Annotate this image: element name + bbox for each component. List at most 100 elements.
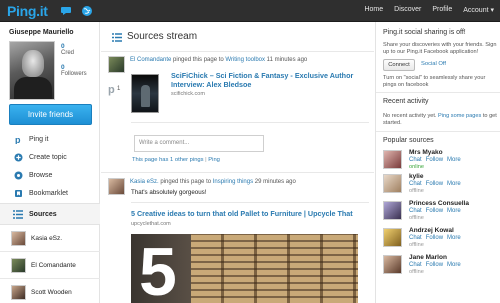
post-comment-text: That's absolutely gorgeous! [131,189,207,196]
post-image-number: 5 [139,234,177,303]
chat-link[interactable]: Chat [409,157,422,163]
sources-heading[interactable]: Sources [0,203,100,225]
nav-discover[interactable]: Discover [394,6,421,14]
status-online: online [409,164,424,170]
divider [376,92,500,93]
browse-icon [14,171,23,179]
chat-bubble-icon[interactable] [61,5,73,17]
menu-create-topic[interactable]: Create topic [0,148,100,166]
bookmark-icon [15,189,22,197]
source-avatar [11,257,26,273]
post-links: This page has 1 other pings | Ping [132,157,220,163]
sources-heading-label: Sources [29,210,57,218]
post-action: pinged this page to [173,57,224,63]
post-time: 29 minutes ago [254,179,296,185]
more-link[interactable]: More [447,235,461,241]
ping-some-pages-link[interactable]: Ping some pages [438,113,481,119]
post-author-link[interactable]: El Comandante [130,57,171,63]
chat-link[interactable]: Chat [409,181,422,187]
post-author-avatar[interactable] [108,56,125,73]
source-item[interactable]: Scott Wooden [0,279,100,303]
more-link[interactable]: More [447,208,461,214]
ping-count-icon[interactable]: p [108,84,115,96]
top-bar: Ping.it Home Discover Profile Account ▾ [0,0,500,22]
popular-source-actions: Chat Follow More [409,262,465,268]
ping-link[interactable]: Ping [208,157,220,163]
divider [376,131,500,132]
popular-source-avatar[interactable] [383,201,402,220]
more-link[interactable]: More [447,157,461,163]
sources-stream: Sources stream El Comandante pinged this… [101,22,374,303]
main-nav: Home Discover Profile Account ▾ [364,6,494,14]
recent-activity-text: No recent activity yet. Ping some pages … [383,113,498,127]
status-offline: offline [409,269,424,275]
post-author-link[interactable]: Kasia eSz. [130,179,159,185]
popular-source-avatar[interactable] [383,174,402,193]
nav-profile[interactable]: Profile [432,6,452,14]
divider [101,172,374,173]
chat-link[interactable]: Chat [409,235,422,241]
list-icon [13,209,23,219]
follow-link[interactable]: Follow [426,157,443,163]
nav-home[interactable]: Home [364,6,383,14]
social-off-link[interactable]: Social Off [421,61,446,67]
more-link[interactable]: More [447,262,461,268]
popular-source-avatar[interactable] [383,150,402,169]
post-thumbnail[interactable] [131,74,159,113]
comment-input[interactable]: Write a comment... [134,135,264,152]
ping-p-icon: p [15,135,21,144]
plus-circle-icon [14,153,23,161]
menu-bookmarklet[interactable]: Bookmarklet [0,184,100,202]
follow-link[interactable]: Follow [426,181,443,187]
popular-source-avatar[interactable] [383,228,402,247]
profile-name[interactable]: Giuseppe Mauriello [9,29,74,36]
connect-button[interactable]: Connect [383,59,415,71]
social-sharing-text: Share your discoveries with your friends… [383,42,497,55]
post-topic-link[interactable]: Inspiring things [213,179,253,185]
more-link[interactable]: More [447,181,461,187]
follow-link[interactable]: Follow [426,208,443,214]
followers-stat[interactable]: 0 Followers [61,64,87,77]
popular-source-name[interactable]: Andrzej Kowal [409,227,454,234]
divider [131,202,369,203]
other-pings-link[interactable]: This page has 1 other pings [132,157,204,163]
menu-label: Ping it [29,135,49,143]
popular-source-name[interactable]: kylie [409,173,423,180]
left-sidebar: Giuseppe Mauriello 0 Cred 0 Followers In… [0,22,100,303]
followers-count: 0 [61,64,65,71]
chat-link[interactable]: Chat [409,208,422,214]
popular-source-actions: Chat Follow More [409,157,465,163]
popular-source-item: Jane Marlon Chat Follow More offline [383,253,498,277]
right-sidebar: Ping.it social sharing is off! Share you… [375,22,500,303]
post-card-title[interactable]: 5 Creative ideas to turn that old Pallet… [131,209,371,218]
globe-icon[interactable] [81,5,93,17]
cred-stat[interactable]: 0 Cred [61,43,74,56]
invite-friends-button[interactable]: Invite friends [9,104,92,125]
popular-source-item: kylie Chat Follow More offline [383,172,498,196]
menu-ping-it[interactable]: p Ping it [0,130,100,148]
source-item[interactable]: Kasia eSz. [0,225,100,252]
list-icon [112,33,122,42]
chat-link[interactable]: Chat [409,262,422,268]
nav-account[interactable]: Account ▾ [463,6,494,14]
menu-browse[interactable]: Browse [0,166,100,184]
post-topic-link[interactable]: Writing toolbox [225,57,265,63]
follow-link[interactable]: Follow [426,262,443,268]
post-author-avatar[interactable] [108,178,125,195]
post-image[interactable]: 5 [131,234,358,303]
profile-avatar[interactable] [9,41,55,100]
popular-source-item: Mrs Myako Chat Follow More online [383,148,498,172]
source-avatar [11,284,26,300]
post-action: pinged this page to [160,179,212,185]
popular-source-name[interactable]: Mrs Myako [409,149,443,156]
post-card-title[interactable]: SciFiChick – Sci Fiction & Fantasy - Exc… [171,71,371,89]
post-card-url: upcyclethat.com [131,221,171,227]
source-avatar [11,230,26,246]
popular-source-avatar[interactable] [383,255,402,274]
popular-source-name[interactable]: Jane Marlon [409,254,447,261]
post-time: 11 minutes ago [266,57,308,63]
logo[interactable]: Ping.it [7,3,48,19]
source-item[interactable]: El Comandante [0,252,100,279]
popular-source-name[interactable]: Princess Consuella [409,200,469,207]
follow-link[interactable]: Follow [426,235,443,241]
